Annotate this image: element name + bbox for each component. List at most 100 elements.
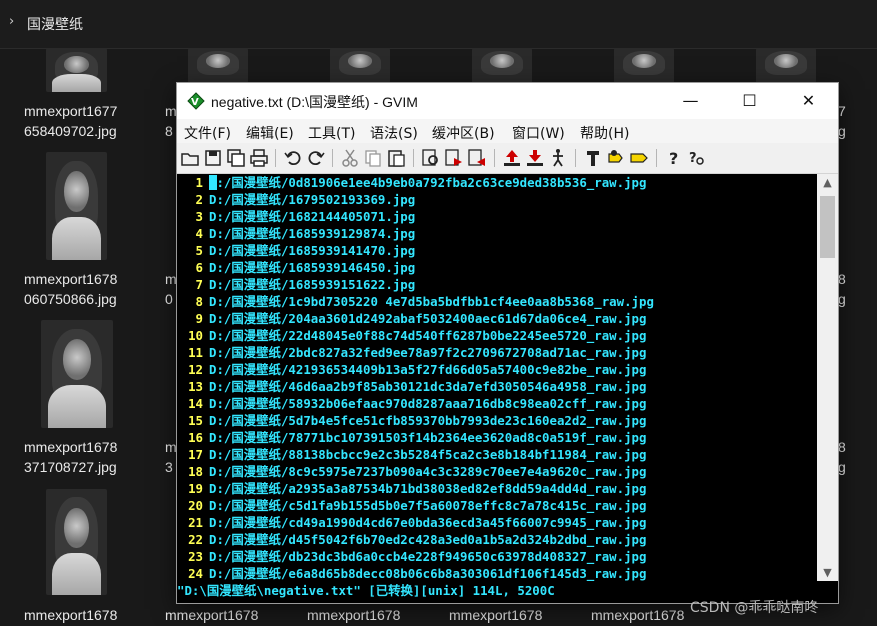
toolbar-separator bbox=[332, 149, 333, 167]
file-name[interactable]: mmexport1678 bbox=[449, 605, 542, 625]
toolbar: ? ? bbox=[177, 143, 838, 174]
file-name-partial[interactable]: g bbox=[838, 457, 846, 477]
file-name-partial[interactable]: 0 bbox=[165, 289, 173, 309]
menu-window[interactable]: 窗口(W) bbox=[512, 123, 565, 143]
gvim-app-icon: V bbox=[187, 92, 205, 110]
breadcrumb[interactable]: 国漫壁纸 bbox=[27, 14, 83, 34]
file-name[interactable]: mmexport1678 bbox=[24, 269, 117, 289]
undo-icon[interactable] bbox=[283, 148, 303, 168]
file-name-partial[interactable]: 8 bbox=[165, 121, 173, 141]
gvim-window[interactable]: V negative.txt (D:\国漫壁纸) - GVIM — ☐ ✕ 文件… bbox=[177, 83, 838, 603]
shell-icon[interactable] bbox=[606, 148, 626, 168]
file-name-partial[interactable]: 7 bbox=[838, 101, 846, 121]
copy-icon[interactable] bbox=[363, 148, 383, 168]
menu-file[interactable]: 文件(F) bbox=[184, 123, 231, 143]
vertical-scrollbar[interactable]: ▲ ▼ bbox=[817, 174, 838, 581]
help-icon[interactable]: ? bbox=[664, 148, 684, 168]
find-next-icon[interactable] bbox=[444, 148, 464, 168]
title-bar[interactable]: V negative.txt (D:\国漫壁纸) - GVIM — ☐ ✕ bbox=[177, 83, 838, 119]
file-thumbnail[interactable] bbox=[188, 48, 248, 83]
toolbar-separator bbox=[413, 149, 414, 167]
file-thumbnail[interactable] bbox=[472, 48, 532, 83]
file-name-partial[interactable]: 8 bbox=[838, 437, 846, 457]
text-editor[interactable]: 1 D:/国漫壁纸/0d81906e1ee4b9eb0a792fba2c63ce9… bbox=[177, 174, 817, 581]
line-number: 22 bbox=[188, 532, 203, 547]
line-text: D:/国漫壁纸/1685939151622.jpg bbox=[209, 277, 416, 292]
line-number: 8 bbox=[195, 294, 203, 309]
file-name[interactable]: 060750866.jpg bbox=[24, 289, 117, 309]
line-number: 14 bbox=[188, 396, 203, 411]
file-name-partial[interactable]: m bbox=[165, 101, 177, 121]
file-thumbnail[interactable] bbox=[41, 320, 113, 428]
cut-icon[interactable] bbox=[340, 148, 360, 168]
line-text: D:/国漫壁纸/88138bcbcc9e2c3b5284f5ca2c3e8b18… bbox=[209, 447, 647, 462]
menu-tools[interactable]: 工具(T) bbox=[308, 123, 355, 143]
file-name[interactable]: 658409702.jpg bbox=[24, 121, 117, 141]
file-name[interactable]: mmexport1678 bbox=[24, 605, 117, 625]
file-thumbnail[interactable] bbox=[46, 489, 107, 595]
line-text: D:/国漫壁纸/58932b06efaac970d8287aaa716db8c9… bbox=[209, 396, 647, 411]
file-name[interactable]: mmexport1678 bbox=[24, 437, 117, 457]
load-session-icon[interactable] bbox=[502, 148, 522, 168]
line-text: D:/国漫壁纸/5d7b4e5fce51cfb859370bb7993de23c… bbox=[209, 413, 647, 428]
save-session-icon[interactable] bbox=[525, 148, 545, 168]
menu-syntax[interactable]: 语法(S) bbox=[370, 123, 418, 143]
file-name-partial[interactable]: 8 bbox=[838, 269, 846, 289]
menu-edit[interactable]: 编辑(E) bbox=[246, 123, 294, 143]
line-number: 19 bbox=[188, 481, 203, 496]
line-number: 12 bbox=[188, 362, 203, 377]
paste-icon[interactable] bbox=[386, 148, 406, 168]
scroll-up-icon[interactable]: ▲ bbox=[817, 174, 838, 191]
line-number: 3 bbox=[195, 209, 203, 224]
line-number: 17 bbox=[188, 447, 203, 462]
line-number: 15 bbox=[188, 413, 203, 428]
line-number: 16 bbox=[188, 430, 203, 445]
find-help-icon[interactable]: ? bbox=[687, 148, 707, 168]
save-icon[interactable] bbox=[203, 148, 223, 168]
save-all-icon[interactable] bbox=[226, 148, 246, 168]
line-text: D:/国漫壁纸/cd49a1990d4cd67e0bda36ecd3a45f66… bbox=[209, 515, 647, 530]
file-thumbnail[interactable] bbox=[756, 48, 816, 83]
file-thumbnail[interactable] bbox=[46, 48, 107, 92]
file-name-partial[interactable]: m bbox=[165, 269, 177, 289]
line-text: D:/国漫壁纸/421936534409b13a5f27fd66d05a5740… bbox=[209, 362, 647, 377]
menu-help[interactable]: 帮助(H) bbox=[580, 123, 629, 143]
line-text: D:/国漫壁纸/1679502193369.jpg bbox=[209, 192, 416, 207]
line-text: D:/国漫壁纸/204aa3601d2492abaf5032400aec61d6… bbox=[209, 311, 647, 326]
file-name-partial[interactable]: g bbox=[838, 289, 846, 309]
scroll-down-icon[interactable]: ▼ bbox=[817, 564, 838, 581]
maximize-button[interactable]: ☐ bbox=[720, 83, 779, 119]
run-script-icon[interactable] bbox=[548, 148, 568, 168]
open-icon[interactable] bbox=[180, 148, 200, 168]
line-number: 23 bbox=[188, 549, 203, 564]
line-number: 1 bbox=[195, 175, 203, 190]
file-name[interactable]: mmexport1678 bbox=[307, 605, 400, 625]
menu-buffers[interactable]: 缓冲区(B) bbox=[432, 123, 495, 143]
redo-icon[interactable] bbox=[306, 148, 326, 168]
file-thumbnail[interactable] bbox=[614, 48, 674, 83]
line-text: D:/国漫壁纸/1c9bd7305220 4e7d5ba5bdfbb1cf4ee… bbox=[209, 294, 654, 309]
close-button[interactable]: ✕ bbox=[779, 83, 838, 119]
print-icon[interactable] bbox=[249, 148, 269, 168]
tag-jump-icon[interactable] bbox=[629, 148, 649, 168]
file-name[interactable]: mmexport1678 bbox=[591, 605, 684, 625]
file-name-partial[interactable]: g bbox=[838, 121, 846, 141]
scrollbar-thumb[interactable] bbox=[820, 196, 835, 258]
make-icon[interactable] bbox=[583, 148, 603, 168]
minimize-button[interactable]: — bbox=[661, 83, 720, 119]
file-name-partial[interactable]: 3 bbox=[165, 457, 173, 477]
file-thumbnail[interactable] bbox=[330, 48, 390, 83]
toolbar-separator bbox=[575, 149, 576, 167]
find-icon[interactable] bbox=[421, 148, 441, 168]
file-name[interactable]: mmexport1678 bbox=[165, 605, 258, 625]
file-name[interactable]: mmexport1677 bbox=[24, 101, 117, 121]
chevron-right-icon[interactable]: › bbox=[9, 14, 14, 29]
find-prev-icon[interactable] bbox=[467, 148, 487, 168]
line-number: 20 bbox=[188, 498, 203, 513]
line-number: 18 bbox=[188, 464, 203, 479]
line-text: D:/国漫壁纸/1685939146450.jpg bbox=[209, 260, 416, 275]
explorer-address-bar: › 国漫壁纸 bbox=[0, 0, 877, 49]
file-name-partial[interactable]: m bbox=[165, 437, 177, 457]
file-name[interactable]: 371708727.jpg bbox=[24, 457, 117, 477]
file-thumbnail[interactable] bbox=[46, 152, 107, 260]
